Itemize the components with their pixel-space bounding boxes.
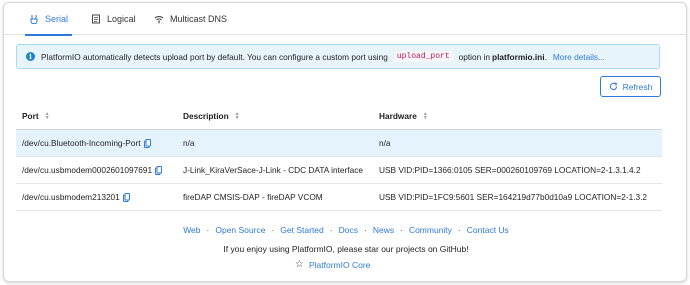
sort-icon: ▲ ▼ <box>44 111 50 121</box>
description-cell: J-Link_KiraVerSace-J-Link - CDC DATA int… <box>183 165 363 175</box>
table-row[interactable]: /dev/cu.usbmodem0002601097691 J-Link_Kir… <box>16 157 662 184</box>
separator: · <box>457 225 461 235</box>
banner-file: platformio.ini <box>492 51 545 62</box>
footer-link-contact-us[interactable]: Contact Us <box>467 225 509 235</box>
banner-text: PlatformIO automatically detects upload … <box>41 51 388 62</box>
separator: · <box>329 225 333 235</box>
serial-icon <box>30 15 38 24</box>
column-header-hardware[interactable]: Hardware ▲ ▼ <box>379 103 428 129</box>
refresh-icon <box>609 82 617 91</box>
info-banner: i PlatformIO automatically detects uploa… <box>16 44 660 69</box>
hardware-cell: n/a <box>379 138 391 148</box>
column-header-port[interactable]: Port ▲ ▼ <box>22 103 50 129</box>
separator: · <box>363 225 367 235</box>
footer-message: If you enjoy using PlatformIO, please st… <box>223 244 469 254</box>
tab-label: Logical <box>107 14 136 24</box>
footer-link-open-source[interactable]: Open Source <box>215 225 265 235</box>
refresh-button[interactable]: Refresh <box>600 76 661 97</box>
footer-link-get-started[interactable]: Get Started <box>280 225 323 235</box>
logical-icon <box>92 14 100 24</box>
tab-bar: Serial Logical Multicast DNS <box>4 3 686 36</box>
banner-text-middle: option in <box>458 51 491 62</box>
footer-link-community[interactable]: Community <box>409 225 452 235</box>
github-star-line: ☆ PlatformIO Core <box>295 259 370 270</box>
star-icon: ☆ <box>295 259 304 270</box>
info-icon: i <box>26 52 35 61</box>
separator: · <box>400 225 403 235</box>
separator: · <box>271 225 275 235</box>
more-details-link[interactable]: More details... <box>553 52 605 62</box>
ports-table: Port ▲ ▼ Description ▲ ▼ Hardware ▲ ▼ /dev/cu.… <box>16 103 662 211</box>
hardware-cell: USB VID:PID=1FC9:5601 SER=164219d77b0d10… <box>379 192 648 202</box>
table-header: Port ▲ ▼ Description ▲ ▼ Hardware ▲ ▼ <box>16 103 662 130</box>
table-row[interactable]: /dev/cu.usbmodem213201 fireDAP CMSIS-DAP… <box>16 184 662 211</box>
sort-icon: ▲ ▼ <box>422 111 428 121</box>
footer-link-docs[interactable]: Docs <box>339 225 358 235</box>
sort-icon: ▲ ▼ <box>234 111 240 121</box>
tab-logical[interactable]: Logical <box>91 3 136 35</box>
separator: · <box>206 225 210 235</box>
wifi-icon <box>154 16 164 24</box>
column-header-description[interactable]: Description ▲ ▼ <box>183 103 240 129</box>
banner-text-after: . <box>544 51 547 62</box>
copy-icon[interactable] <box>122 192 130 202</box>
description-cell: n/a <box>183 138 195 148</box>
footer-links: Web · Open Source · Get Started · Docs ·… <box>4 225 686 235</box>
port-cell: /dev/cu.usbmodem0002601097691 <box>22 165 153 175</box>
copy-icon[interactable] <box>143 138 151 148</box>
refresh-label: Refresh <box>622 81 653 92</box>
table-row[interactable]: /dev/cu.Bluetooth-Incoming-Port n/a n/a <box>16 130 662 157</box>
port-cell: /dev/cu.usbmodem213201 <box>22 192 120 202</box>
tab-multicast-dns[interactable]: Multicast DNS <box>154 3 227 35</box>
footer-link-news[interactable]: News <box>373 225 394 235</box>
footer-link-web[interactable]: Web <box>183 225 200 235</box>
app-window: Serial Logical Multicast DNS i PlatformI… <box>3 2 687 282</box>
copy-icon[interactable] <box>155 165 163 175</box>
hardware-cell: USB VID:PID=1366:0105 SER=000260109769 L… <box>379 165 641 175</box>
tab-label: Serial <box>45 14 69 24</box>
tab-label: Multicast DNS <box>170 14 228 24</box>
banner-code: upload_port <box>393 51 453 62</box>
tab-serial[interactable]: Serial <box>24 3 73 36</box>
port-cell: /dev/cu.Bluetooth-Incoming-Port <box>22 138 141 148</box>
description-cell: fireDAP CMSIS-DAP - fireDAP VCOM <box>183 192 323 202</box>
platformio-core-link[interactable]: PlatformIO Core <box>309 260 370 270</box>
